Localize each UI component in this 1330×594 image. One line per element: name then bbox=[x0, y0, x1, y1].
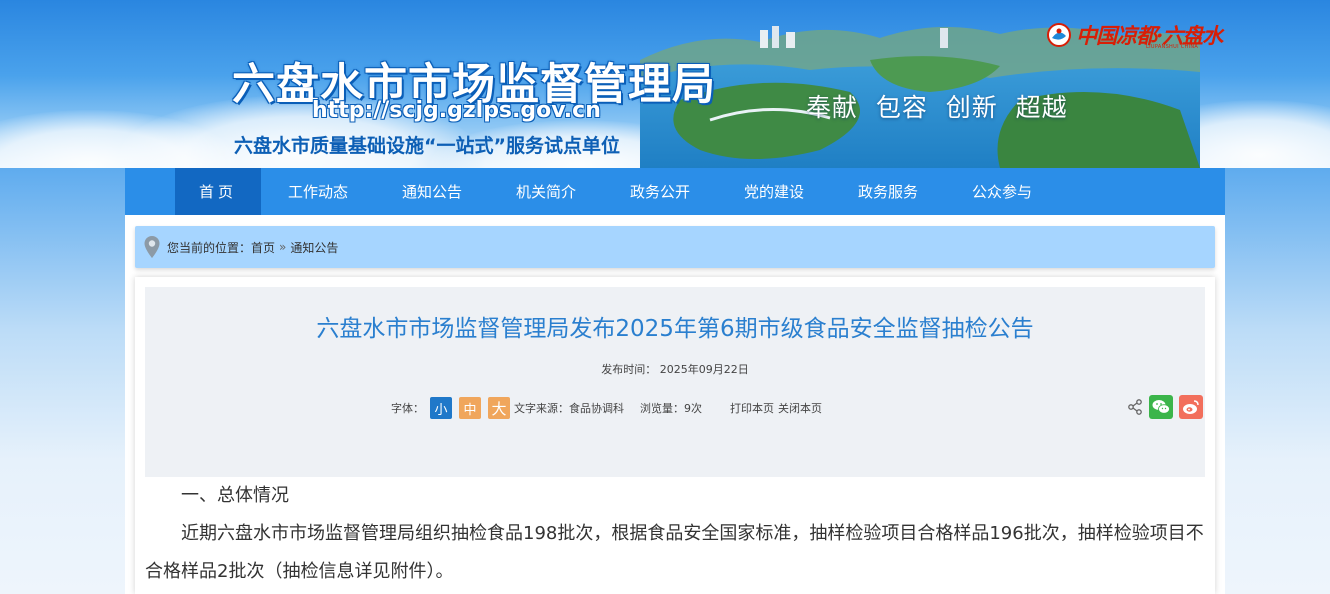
section-heading: 一、总体情况 bbox=[181, 485, 289, 506]
font-size-label: 字体： bbox=[391, 402, 424, 415]
font-medium-button[interactable]: 中 bbox=[459, 397, 481, 419]
nav-item-participation[interactable]: 公众参与 bbox=[945, 168, 1059, 215]
share-bar bbox=[1127, 395, 1203, 419]
breadcrumb-separator: » bbox=[279, 240, 287, 254]
nav-item-party[interactable]: 党的建设 bbox=[717, 168, 831, 215]
share-wechat-button[interactable] bbox=[1149, 395, 1173, 419]
city-logo-icon bbox=[1047, 23, 1071, 47]
breadcrumb: 您当前的位置： 首页 » 通知公告 bbox=[135, 226, 1215, 268]
main-nav: 首页 工作动态 通知公告 机关简介 政务公开 党的建设 政务服务 公众参与 bbox=[125, 168, 1225, 215]
nav-item-work-news[interactable]: 工作动态 bbox=[261, 168, 375, 215]
nav-item-gov-affairs[interactable]: 政务公开 bbox=[603, 168, 717, 215]
close-link[interactable]: 关闭本页 bbox=[778, 400, 822, 416]
content-area: 您当前的位置： 首页 » 通知公告 六盘水市市场监督管理局发布2025年第6期市… bbox=[125, 215, 1225, 594]
publish-time: 发布时间： 2025年09月22日 bbox=[601, 363, 749, 376]
breadcrumb-current[interactable]: 通知公告 bbox=[290, 239, 338, 256]
share-weibo-button[interactable] bbox=[1179, 395, 1203, 419]
nav-item-about[interactable]: 机关简介 bbox=[489, 168, 603, 215]
article-body: 一、总体情况 近期六盘水市市场监督管理局组织抽检食品198批次，根据食品安全国家… bbox=[145, 477, 1205, 591]
weibo-icon bbox=[1183, 400, 1199, 414]
view-count: 浏览量：9次 bbox=[640, 402, 702, 415]
site-slogan: 奉献 包容 创新 超越 bbox=[806, 93, 1068, 122]
article-source: 文字来源：食品协调科 bbox=[514, 402, 624, 415]
font-small-button[interactable]: 小 bbox=[430, 397, 452, 419]
wechat-icon bbox=[1152, 400, 1170, 414]
print-link[interactable]: 打印本页 bbox=[730, 400, 774, 416]
article-panel: 六盘水市市场监督管理局发布2025年第6期市级食品安全监督抽检公告 发布时间： … bbox=[135, 277, 1215, 594]
article-paragraph: 近期六盘水市市场监督管理局组织抽检食品198批次，根据食品安全国家标准，抽样检验… bbox=[145, 523, 1204, 582]
site-url: http://scjg.gzlps.gov.cn bbox=[312, 98, 601, 123]
nav-item-notices[interactable]: 通知公告 bbox=[375, 168, 489, 215]
article-header: 六盘水市市场监督管理局发布2025年第6期市级食品安全监督抽检公告 发布时间： … bbox=[145, 287, 1205, 477]
site-subtitle: 六盘水市质量基础设施“一站式”服务试点单位 bbox=[234, 135, 620, 157]
location-pin-icon bbox=[144, 236, 160, 258]
article-tools: 字体： 小 中 大 文字来源：食品协调科 浏览量：9次 打印本页 关闭本页 bbox=[391, 397, 822, 419]
share-icon[interactable] bbox=[1127, 399, 1143, 415]
nav-item-home[interactable]: 首页 bbox=[175, 168, 261, 215]
city-logo-subtext: LIUPANSHUI CHINA bbox=[1146, 44, 1199, 50]
header-banner: 六盘水市市场监督管理局 http://scjg.gzlps.gov.cn 六盘水… bbox=[0, 0, 1330, 168]
nav-item-services[interactable]: 政务服务 bbox=[831, 168, 945, 215]
breadcrumb-home[interactable]: 首页 bbox=[251, 239, 275, 256]
breadcrumb-prefix: 您当前的位置： bbox=[167, 240, 252, 255]
article-title: 六盘水市市场监督管理局发布2025年第6期市级食品安全监督抽检公告 bbox=[316, 316, 1034, 342]
font-large-button[interactable]: 大 bbox=[488, 397, 510, 419]
